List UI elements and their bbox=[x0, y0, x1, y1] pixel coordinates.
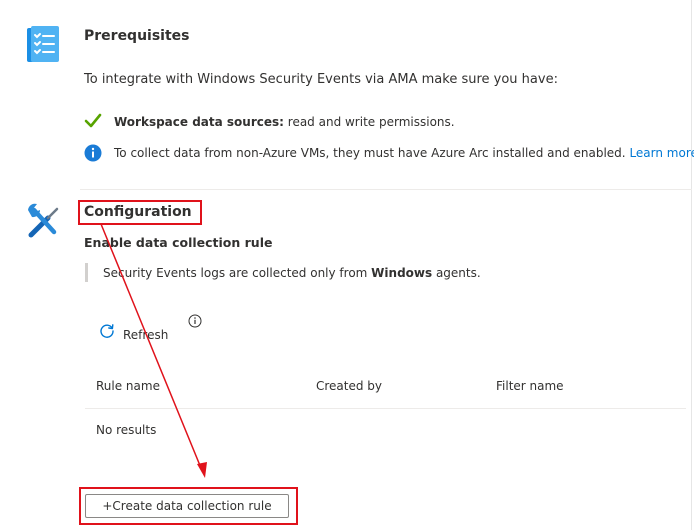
learn-more-link[interactable]: Learn more bbox=[629, 146, 694, 160]
refresh-label: Refresh bbox=[123, 328, 169, 342]
info-icon bbox=[84, 144, 102, 166]
azure-arc-requirement: To collect data from non-Azure VMs, they… bbox=[114, 146, 694, 160]
panel-right-border bbox=[691, 0, 692, 530]
checklist-icon bbox=[25, 26, 61, 70]
configuration-subtitle: Enable data collection rule bbox=[84, 235, 273, 250]
workspace-requirement: Workspace data sources: read and write p… bbox=[114, 115, 455, 129]
column-header-created-by[interactable]: Created by bbox=[316, 379, 382, 393]
prerequisites-title: Prerequisites bbox=[84, 28, 190, 44]
configuration-title: Configuration bbox=[84, 204, 192, 220]
note-quote-bar bbox=[85, 263, 88, 282]
refresh-icon bbox=[99, 323, 115, 343]
workspace-label: Workspace data sources: bbox=[114, 115, 284, 129]
note-bold: Windows bbox=[371, 266, 433, 280]
table-header-divider bbox=[85, 408, 686, 409]
windows-agents-note: Security Events logs are collected only … bbox=[103, 266, 481, 280]
table-empty-text: No results bbox=[96, 423, 157, 437]
note-suffix: agents. bbox=[432, 266, 481, 280]
column-header-filter-name[interactable]: Filter name bbox=[496, 379, 564, 393]
create-data-collection-rule-button[interactable]: +Create data collection rule bbox=[85, 494, 289, 518]
info-outline-icon[interactable] bbox=[188, 313, 202, 332]
workspace-text: read and write permissions. bbox=[283, 115, 455, 129]
column-header-rule-name[interactable]: Rule name bbox=[96, 379, 160, 393]
section-divider bbox=[80, 189, 692, 190]
checkmark-icon bbox=[84, 113, 102, 133]
note-prefix: Security Events logs are collected only … bbox=[103, 266, 372, 280]
prerequisites-intro: To integrate with Windows Security Event… bbox=[84, 72, 558, 87]
azure-arc-text: To collect data from non-Azure VMs, they… bbox=[114, 146, 626, 160]
tools-icon bbox=[24, 202, 64, 246]
refresh-button[interactable]: Refresh bbox=[95, 320, 177, 346]
